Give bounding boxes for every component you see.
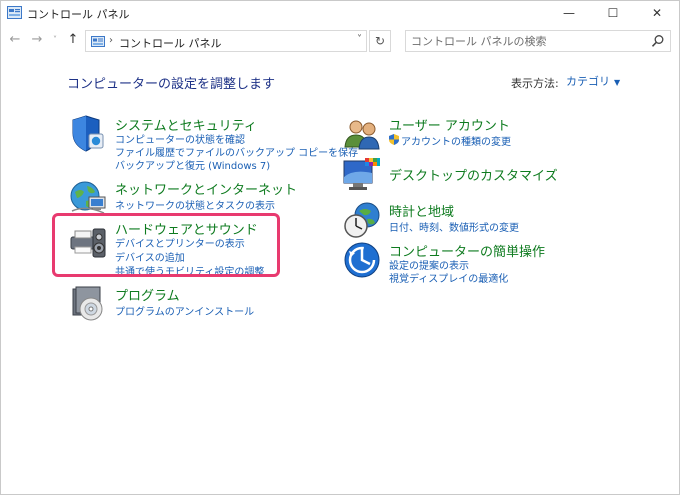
uac-shield-icon: [389, 134, 399, 145]
maximize-button[interactable]: ☐: [591, 1, 635, 25]
clock-globe-icon[interactable]: [343, 201, 381, 239]
forward-button[interactable]: →: [29, 32, 45, 48]
control-panel-window: コントロール パネル — ☐ ✕ ← → ˅ ↑ › コントロール パネル ˅ …: [0, 0, 680, 495]
desktop-icon[interactable]: [343, 157, 381, 195]
window-title: コントロール パネル: [27, 8, 130, 21]
highlight-box: [52, 213, 280, 277]
network-internet-title[interactable]: ネットワークとインターネット: [115, 179, 297, 198]
link-backup-restore[interactable]: バックアップと復元 (Windows 7): [115, 157, 270, 172]
category-ease-of-access: コンピューターの簡単操作 設定の提案の表示 視覚ディスプレイの最適化: [343, 241, 643, 285]
ease-of-access-icon[interactable]: [343, 241, 381, 279]
navigation-bar: ← → ˅ ↑ › コントロール パネル ˅ ↻: [1, 27, 679, 55]
users-icon[interactable]: [343, 115, 381, 153]
control-panel-location-icon: [91, 36, 105, 47]
link-date-time-format[interactable]: 日付、時刻、数値形式の変更: [389, 219, 519, 234]
category-desktop-customization: デスクトップのカスタマイズ: [343, 157, 643, 195]
desktop-customization-title[interactable]: デスクトップのカスタマイズ: [389, 165, 558, 184]
category-network-internet: ネットワークとインターネット ネットワークの状態とタスクの表示: [69, 179, 339, 215]
control-panel-icon: [7, 6, 22, 19]
user-accounts-title[interactable]: ユーザー アカウント: [389, 115, 510, 134]
category-clock-region: 時計と地域 日付、時刻、数値形式の変更: [343, 201, 643, 239]
refresh-button[interactable]: ↻: [369, 30, 391, 52]
view-by-label: 表示方法:: [511, 77, 559, 90]
view-by-dropdown[interactable]: カテゴリ ▼: [561, 72, 625, 92]
search-box[interactable]: [405, 30, 671, 52]
globe-network-icon[interactable]: [69, 179, 107, 217]
shield-icon[interactable]: [69, 115, 107, 153]
programs-title[interactable]: プログラム: [115, 285, 180, 304]
category-system-security: システムとセキュリティ コンピューターの状態を確認 ファイル履歴でファイルのバッ…: [69, 115, 358, 172]
minimize-button[interactable]: —: [547, 1, 591, 25]
breadcrumb-control-panel[interactable]: コントロール パネル: [119, 35, 222, 51]
category-user-accounts: ユーザー アカウント アカウントの種類の変更: [343, 115, 643, 151]
back-button[interactable]: ←: [7, 32, 23, 48]
breadcrumb-separator: ›: [109, 35, 113, 46]
link-change-account-type[interactable]: アカウントの種類の変更: [401, 133, 511, 148]
link-network-status-tasks[interactable]: ネットワークの状態とタスクの表示: [115, 197, 275, 212]
programs-disc-icon[interactable]: [69, 285, 107, 323]
link-uninstall-program[interactable]: プログラムのアンインストール: [115, 303, 254, 318]
up-button[interactable]: ↑: [65, 32, 81, 48]
page-title: コンピューターの設定を調整します: [67, 77, 276, 92]
title-bar: コントロール パネル — ☐ ✕: [1, 1, 679, 25]
recent-locations-button[interactable]: ˅: [47, 32, 63, 48]
search-input[interactable]: [411, 33, 641, 49]
address-bar[interactable]: › コントロール パネル ˅: [85, 30, 367, 52]
chevron-down-icon[interactable]: ˅: [357, 34, 362, 45]
link-optimize-visual-display[interactable]: 視覚ディスプレイの最適化: [389, 270, 508, 285]
dropdown-arrow-icon: ▼: [614, 78, 621, 87]
view-by-value: カテゴリ: [566, 75, 610, 88]
search-icon[interactable]: [651, 34, 665, 48]
close-button[interactable]: ✕: [635, 1, 679, 25]
clock-region-title[interactable]: 時計と地域: [389, 201, 454, 220]
category-programs: プログラム プログラムのアンインストール: [69, 285, 339, 323]
